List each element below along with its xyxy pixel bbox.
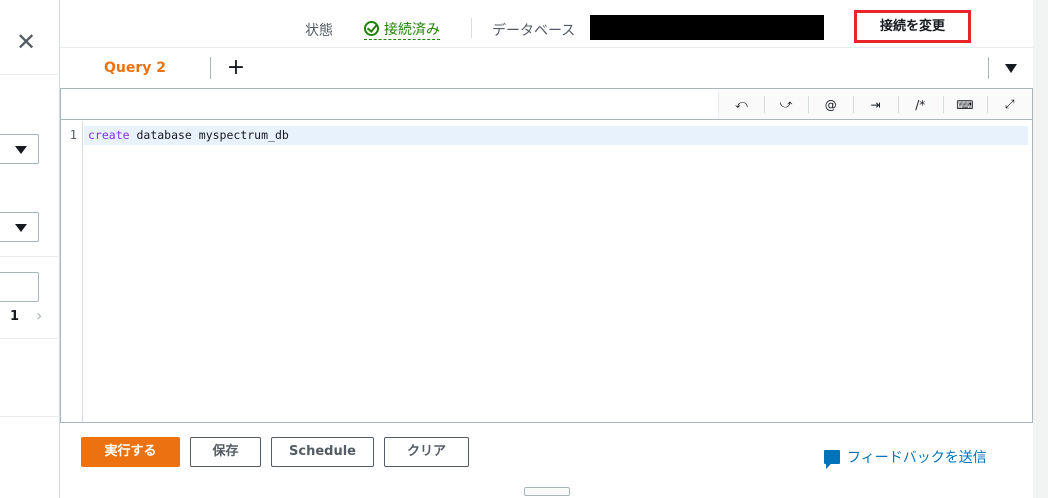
- keyboard-icon[interactable]: ⌨: [942, 91, 988, 118]
- sql-text: database myspectrum_db: [129, 128, 289, 142]
- indent-icon[interactable]: ⇥: [853, 91, 898, 118]
- database-label: データベース: [492, 23, 576, 39]
- line-number: 1: [69, 128, 77, 142]
- plus-icon[interactable]: +: [225, 55, 247, 81]
- schedule-button[interactable]: Schedule: [271, 437, 374, 467]
- undo-icon[interactable]: ⤺: [719, 91, 764, 118]
- left-divider: [0, 74, 60, 75]
- at-icon[interactable]: @: [808, 91, 853, 118]
- separator: [471, 18, 472, 38]
- clear-button[interactable]: クリア: [384, 437, 469, 467]
- left-select-1[interactable]: [0, 134, 39, 164]
- editor-toolbar-buttons: ⤺ ⤻ @ ⇥ /* ⌨ ⤢: [718, 91, 1032, 118]
- fullscreen-icon[interactable]: ⤢: [987, 91, 1032, 118]
- status-label: 状態: [305, 23, 333, 39]
- speech-bubble-icon: [824, 450, 840, 469]
- page-number[interactable]: 1: [10, 309, 19, 324]
- resize-handle[interactable]: [524, 487, 570, 496]
- caret-down-icon: [15, 224, 27, 232]
- editor-toolbar: ⤺ ⤻ @ ⇥ /* ⌨ ⤢: [61, 89, 1032, 120]
- left-divider: [0, 256, 60, 257]
- left-divider: [0, 416, 60, 417]
- query-tabs: Query 2 +: [60, 49, 1033, 89]
- caret-down-icon: [15, 146, 27, 154]
- page-scroll-gutter: [1033, 0, 1048, 498]
- feedback-link[interactable]: フィードバックを送信: [824, 447, 987, 469]
- database-value-redacted: [590, 15, 824, 40]
- close-icon[interactable]: ✕: [14, 30, 38, 54]
- left-panel: ✕ 1 ›: [0, 0, 60, 498]
- tab-query-2[interactable]: Query 2: [60, 49, 210, 88]
- line-gutter: 1: [61, 121, 83, 422]
- caret-down-icon[interactable]: [1005, 64, 1017, 73]
- connection-status-bar: 状態 接続済み データベース 接続を変更: [60, 8, 1033, 48]
- status-value-text: 接続済み: [384, 21, 440, 38]
- status-value[interactable]: 接続済み: [364, 18, 440, 40]
- comment-icon[interactable]: /*: [897, 91, 943, 118]
- run-button[interactable]: 実行する: [81, 437, 180, 467]
- tab-separator: [210, 57, 211, 79]
- save-button[interactable]: 保存: [190, 437, 261, 467]
- left-select-2[interactable]: [0, 212, 39, 242]
- left-divider: [0, 338, 60, 339]
- change-connection-button[interactable]: 接続を変更: [854, 10, 971, 43]
- feedback-label: フィードバックを送信: [847, 450, 987, 466]
- code-line[interactable]: create database myspectrum_db: [84, 126, 1028, 145]
- query-editor-panel: 状態 接続済み データベース 接続を変更 Query 2 + ⤺ ⤻ @ ⇥ /…: [60, 0, 1033, 498]
- redo-icon[interactable]: ⤻: [763, 91, 809, 118]
- sql-keyword: create: [88, 128, 130, 142]
- left-filter-input[interactable]: [0, 272, 39, 302]
- sql-editor[interactable]: ⤺ ⤻ @ ⇥ /* ⌨ ⤢ 1 create database myspect…: [60, 89, 1033, 423]
- chevron-right-icon[interactable]: ›: [36, 308, 46, 324]
- check-circle-icon: [364, 21, 379, 36]
- tab-separator: [988, 57, 989, 79]
